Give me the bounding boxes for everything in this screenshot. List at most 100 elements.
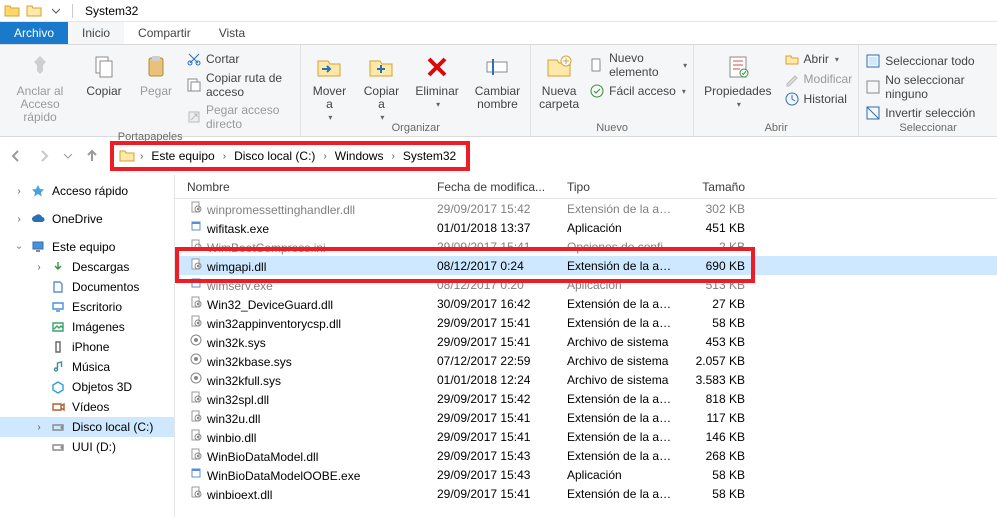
file-row[interactable]: wimgapi.dll08/12/2017 0:24Extensión de l… bbox=[175, 256, 997, 275]
file-row[interactable]: win32kbase.sys07/12/2017 22:59Archivo de… bbox=[175, 351, 997, 370]
tree-quick-access[interactable]: › Acceso rápido bbox=[0, 181, 174, 201]
seleccionar-extra: Seleccionar todo No seleccionar ninguno … bbox=[865, 53, 991, 121]
file-row[interactable]: win32kfull.sys01/01/2018 12:24Archivo de… bbox=[175, 370, 997, 389]
tree-item-musica[interactable]: Música bbox=[0, 357, 174, 377]
file-icon bbox=[187, 390, 205, 404]
chevron-right-icon[interactable]: › bbox=[34, 422, 44, 433]
propiedades-button[interactable]: Propiedades▾ bbox=[700, 47, 775, 109]
file-row[interactable]: win32spl.dll29/09/2017 15:42Extensión de… bbox=[175, 389, 997, 408]
chevron-down-icon[interactable]: › bbox=[14, 242, 25, 252]
tree-item-objetos3d[interactable]: Objetos 3D bbox=[0, 377, 174, 397]
file-row[interactable]: winpromessettinghandler.dll29/09/2017 15… bbox=[175, 199, 997, 218]
tree-label: UUI (D:) bbox=[72, 440, 116, 454]
tree-onedrive[interactable]: › OneDrive bbox=[0, 209, 174, 229]
file-row[interactable]: wifitask.exe01/01/2018 13:37Aplicación45… bbox=[175, 218, 997, 237]
tab-compartir[interactable]: Compartir bbox=[124, 22, 205, 44]
shortcut-icon bbox=[186, 109, 202, 125]
cambiar-nombre-button[interactable]: Cambiar nombre bbox=[471, 47, 524, 111]
chevron-down-icon: ▾ bbox=[436, 100, 440, 109]
tree-label: Música bbox=[72, 360, 110, 374]
historial-button[interactable]: Historial bbox=[784, 91, 853, 107]
up-button[interactable] bbox=[80, 144, 104, 168]
select-none-icon bbox=[865, 79, 881, 95]
back-button[interactable] bbox=[4, 144, 28, 168]
chevron-right-icon[interactable]: › bbox=[321, 151, 328, 162]
col-fecha[interactable]: Fecha de modifica... bbox=[431, 180, 561, 194]
chevron-right-icon[interactable]: › bbox=[34, 262, 44, 273]
invertir-seleccion-button[interactable]: Invertir selección bbox=[865, 105, 991, 121]
tab-inicio[interactable]: Inicio bbox=[68, 22, 124, 44]
breadcrumb-item[interactable]: System32 bbox=[397, 149, 462, 163]
group-label-abrir: Abrir bbox=[700, 122, 852, 136]
tree-item-documentos[interactable]: Documentos bbox=[0, 277, 174, 297]
copyto-icon bbox=[365, 51, 397, 83]
forward-button[interactable] bbox=[32, 144, 56, 168]
mover-a-button[interactable]: Mover a▾ bbox=[307, 47, 351, 122]
ribbon-group-portapapeles: Anclar al Acceso rápido Copiar Pegar Cor… bbox=[0, 45, 301, 136]
paste-icon bbox=[140, 51, 172, 83]
tree-este-equipo[interactable]: › Este equipo bbox=[0, 237, 174, 257]
tab-vista[interactable]: Vista bbox=[205, 22, 259, 44]
anclar-button[interactable]: Anclar al Acceso rápido bbox=[6, 47, 74, 125]
breadcrumb[interactable]: › Este equipo › Disco local (C:) › Windo… bbox=[110, 141, 470, 171]
facil-acceso-button[interactable]: Fácil acceso▾ bbox=[589, 83, 687, 99]
file-icon bbox=[187, 447, 205, 461]
video-icon bbox=[50, 399, 66, 415]
abrir-button[interactable]: Abrir▾ bbox=[784, 51, 853, 67]
nuevo-elemento-button[interactable]: Nuevo elemento▾ bbox=[589, 51, 687, 79]
file-type: Extensión de la apl... bbox=[561, 487, 681, 501]
pegar-directo-button[interactable]: Pegar acceso directo bbox=[186, 103, 294, 131]
tree-item-descargas[interactable]: ›Descargas bbox=[0, 257, 174, 277]
chevron-right-icon[interactable]: › bbox=[389, 151, 396, 162]
chevron-right-icon[interactable]: › bbox=[14, 214, 24, 225]
file-size: 146 KB bbox=[681, 430, 751, 444]
file-row[interactable]: win32appinventorycsp.dll29/09/2017 15:41… bbox=[175, 313, 997, 332]
cortar-button[interactable]: Cortar bbox=[186, 51, 294, 67]
col-tamano[interactable]: Tamaño bbox=[681, 180, 751, 194]
tree-item-videos[interactable]: Vídeos bbox=[0, 397, 174, 417]
select-all-icon bbox=[865, 53, 881, 69]
col-nombre[interactable]: Nombre bbox=[181, 180, 431, 194]
seleccionar-ninguno-button[interactable]: No seleccionar ninguno bbox=[865, 73, 991, 101]
tree-label: Imágenes bbox=[72, 320, 125, 334]
chevron-right-icon[interactable]: › bbox=[14, 186, 24, 197]
breadcrumb-item[interactable]: Disco local (C:) bbox=[228, 149, 321, 163]
chevron-down-icon: ▾ bbox=[737, 100, 741, 109]
copiar-a-button[interactable]: Copiar a▾ bbox=[359, 47, 403, 122]
tree-item-escritorio[interactable]: Escritorio bbox=[0, 297, 174, 317]
file-row[interactable]: wimserv.exe08/12/2017 0:20Aplicación513 … bbox=[175, 275, 997, 294]
col-tipo[interactable]: Tipo bbox=[561, 180, 681, 194]
modificar-button[interactable]: Modificar bbox=[784, 71, 853, 87]
file-row[interactable]: win32k.sys29/09/2017 15:41Archivo de sis… bbox=[175, 332, 997, 351]
file-row[interactable]: WinBioDataModel.dll29/09/2017 15:43Exten… bbox=[175, 446, 997, 465]
ribbon-group-organizar: Mover a▾ Copiar a▾ Eliminar▾ Cambiar nom… bbox=[301, 45, 531, 136]
tab-archivo[interactable]: Archivo bbox=[0, 22, 68, 44]
tree-item-imagenes[interactable]: Imágenes bbox=[0, 317, 174, 337]
file-size: 27 KB bbox=[681, 297, 751, 311]
chevron-down-icon: ▾ bbox=[683, 61, 687, 70]
file-row[interactable]: winbio.dll29/09/2017 15:41Extensión de l… bbox=[175, 427, 997, 446]
copiar-ruta-button[interactable]: Copiar ruta de acceso bbox=[186, 71, 294, 99]
copy-icon bbox=[88, 51, 120, 83]
copiar-button[interactable]: Copiar bbox=[82, 47, 126, 98]
pegar-button[interactable]: Pegar bbox=[134, 47, 178, 98]
dropdown-icon[interactable] bbox=[48, 3, 64, 19]
tree-item-disco_c[interactable]: ›Disco local (C:) bbox=[0, 417, 174, 437]
breadcrumb-item[interactable]: Este equipo bbox=[145, 149, 220, 163]
file-row[interactable]: winbioext.dll29/09/2017 15:41Extensión d… bbox=[175, 484, 997, 503]
file-row[interactable]: WinBioDataModelOOBE.exe29/09/2017 15:43A… bbox=[175, 465, 997, 484]
seleccionar-todo-button[interactable]: Seleccionar todo bbox=[865, 53, 991, 69]
nueva-carpeta-button[interactable]: Nueva carpeta bbox=[537, 47, 581, 111]
phone-icon bbox=[50, 339, 66, 355]
tree-item-uui[interactable]: UUI (D:) bbox=[0, 437, 174, 457]
breadcrumb-item[interactable]: Windows bbox=[329, 149, 390, 163]
tree-item-iphone[interactable]: iPhone bbox=[0, 337, 174, 357]
recent-dropdown[interactable] bbox=[60, 144, 76, 168]
file-row[interactable]: WimBootCompress.ini29/09/2017 15:41Opcio… bbox=[175, 237, 997, 256]
file-row[interactable]: Win32_DeviceGuard.dll30/09/2017 16:42Ext… bbox=[175, 294, 997, 313]
file-row[interactable]: win32u.dll29/09/2017 15:41Extensión de l… bbox=[175, 408, 997, 427]
chevron-right-icon[interactable]: › bbox=[221, 151, 228, 162]
abrir-extra: Abrir▾ Modificar Historial bbox=[784, 51, 853, 107]
eliminar-button[interactable]: Eliminar▾ bbox=[411, 47, 462, 109]
chevron-right-icon[interactable]: › bbox=[138, 151, 145, 162]
